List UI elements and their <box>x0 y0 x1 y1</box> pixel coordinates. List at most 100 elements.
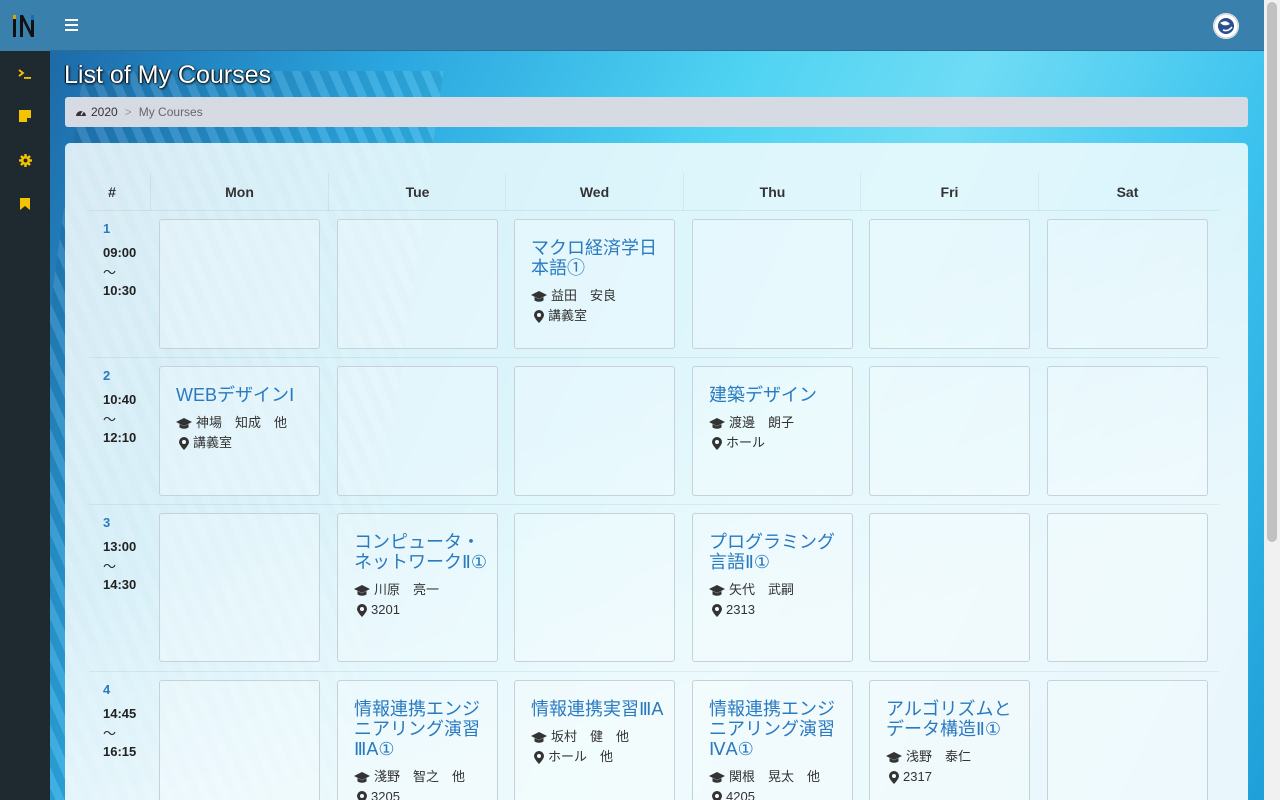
course-teacher: 渡邊 朗子 <box>729 415 795 430</box>
map-marker-icon <box>712 436 722 450</box>
slot-mon-1[interactable] <box>159 219 320 349</box>
slot-thu-1[interactable] <box>692 219 853 349</box>
course-title-link[interactable]: WEBデザインⅠ <box>176 385 309 405</box>
slot-fri-1[interactable] <box>869 219 1030 349</box>
period-3: 3 13:00 ～ 14:30 <box>103 515 137 592</box>
course-card-fri-4: アルゴリズムとデータ構造Ⅱ① 浅野 泰仁 2317 <box>869 680 1030 800</box>
graduation-cap-icon <box>176 417 192 429</box>
course-teacher: 川原 亮一 <box>374 582 440 597</box>
note-icon[interactable] <box>13 104 37 128</box>
map-marker-icon <box>712 790 722 800</box>
graduation-cap-icon <box>709 584 725 596</box>
graduation-cap-icon <box>709 417 725 429</box>
breadcrumb-separator: > <box>124 105 132 119</box>
slot-wed-2[interactable] <box>514 366 675 496</box>
course-teacher: 矢代 武嗣 <box>729 582 795 597</box>
course-card-wed-4: 情報連携実習ⅢA 坂村 健 他 ホール 他 <box>514 680 675 800</box>
top-bar <box>0 0 1280 51</box>
course-title-link[interactable]: マクロ経済学日本語① <box>531 238 664 278</box>
course-teacher: 神場 知成 他 <box>196 415 288 430</box>
graduation-cap-icon <box>531 731 547 743</box>
terminal-icon[interactable] <box>13 62 37 86</box>
course-room: 3201 <box>371 602 400 617</box>
slot-fri-2[interactable] <box>869 366 1030 496</box>
course-room: 2317 <box>903 769 932 784</box>
user-globe-icon[interactable] <box>1213 13 1239 39</box>
course-teacher: 淺野 智之 他 <box>374 769 466 784</box>
course-title-link[interactable]: 情報連携実習ⅢA <box>531 699 664 719</box>
graduation-cap-icon <box>531 290 547 302</box>
breadcrumb-current: My Courses <box>138 105 203 119</box>
header-mon: Mon <box>225 184 254 200</box>
course-card-tue-4: 情報連携エンジニアリング演習ⅢA① 淺野 智之 他 3205 <box>337 680 498 800</box>
slot-sat-1[interactable] <box>1047 219 1208 349</box>
period-1: 1 09:00 ～ 10:30 <box>103 221 137 298</box>
course-room: 4205 <box>726 789 755 800</box>
slot-tue-2[interactable] <box>337 366 498 496</box>
gear-icon[interactable] <box>13 148 37 172</box>
course-card-tue-3: コンピュータ・ネットワークⅡ① 川原 亮一 3201 <box>337 513 498 662</box>
breadcrumb-home[interactable]: 2020 <box>75 105 118 119</box>
course-card-thu-2: 建築デザイン 渡邊 朗子 ホール <box>692 366 853 496</box>
slot-mon-4[interactable] <box>159 680 320 800</box>
timetable: # Mon Tue Wed Thu Fri Sat 1 09:00 ～ 10:3… <box>65 143 1248 800</box>
course-room: 3205 <box>371 789 400 800</box>
course-teacher: 益田 安良 <box>551 288 617 303</box>
graduation-cap-icon <box>886 751 902 763</box>
slot-fri-3[interactable] <box>869 513 1030 662</box>
header-divider <box>89 210 1219 211</box>
map-marker-icon <box>357 790 367 800</box>
bookmark-icon[interactable] <box>13 192 37 216</box>
course-teacher: 坂村 健 他 <box>551 729 630 744</box>
slot-tue-1[interactable] <box>337 219 498 349</box>
course-title-link[interactable]: 建築デザイン <box>709 385 842 405</box>
map-marker-icon <box>357 603 367 617</box>
course-title-link[interactable]: 情報連携エンジニアリング演習ⅣA① <box>709 699 842 759</box>
map-marker-icon <box>534 309 544 323</box>
slot-sat-4[interactable] <box>1047 680 1208 800</box>
dashboard-icon <box>76 110 86 116</box>
course-card-thu-4: 情報連携エンジニアリング演習ⅣA① 関根 晃太 他 4205 <box>692 680 853 800</box>
header-period: # <box>108 184 116 200</box>
course-title-link[interactable]: アルゴリズムとデータ構造Ⅱ① <box>886 699 1019 739</box>
course-card-mon-2: WEBデザインⅠ 神場 知成 他 講義室 <box>159 366 320 496</box>
breadcrumb: 2020 > My Courses <box>65 97 1248 127</box>
slot-sat-2[interactable] <box>1047 366 1208 496</box>
course-teacher: 関根 晃太 他 <box>729 769 821 784</box>
map-marker-icon <box>889 770 899 784</box>
map-marker-icon <box>712 603 722 617</box>
menu-toggle-button[interactable] <box>62 13 82 37</box>
header-wed: Wed <box>579 184 610 200</box>
course-room: ホール 他 <box>548 749 614 764</box>
course-room: ホール <box>726 435 766 450</box>
hamburger-icon <box>65 19 78 21</box>
header-sat: Sat <box>1116 184 1139 200</box>
map-marker-icon <box>179 436 189 450</box>
slot-wed-3[interactable] <box>514 513 675 662</box>
app-logo[interactable] <box>0 0 50 51</box>
course-title-link[interactable]: 情報連携エンジニアリング演習ⅢA① <box>354 699 487 759</box>
page-scrollbar[interactable] <box>1264 0 1280 800</box>
course-room: 講義室 <box>548 308 588 323</box>
header-thu: Thu <box>759 184 786 200</box>
page-title: List of My Courses <box>64 61 272 89</box>
slot-mon-3[interactable] <box>159 513 320 662</box>
graduation-cap-icon <box>354 771 370 783</box>
sidebar <box>0 51 50 800</box>
course-title-link[interactable]: コンピュータ・ネットワークⅡ① <box>354 532 487 572</box>
main-content: List of My Courses 2020 > My Courses # M… <box>50 51 1264 800</box>
period-4: 4 14:45 ～ 16:15 <box>103 682 137 759</box>
map-marker-icon <box>534 750 544 764</box>
header-fri: Fri <box>940 184 959 200</box>
course-title-link[interactable]: プログラミング言語Ⅱ① <box>709 532 842 572</box>
logo-mark <box>13 14 34 37</box>
period-2: 2 10:40 ～ 12:10 <box>103 368 137 445</box>
graduation-cap-icon <box>354 584 370 596</box>
course-teacher: 浅野 泰仁 <box>906 749 972 764</box>
slot-sat-3[interactable] <box>1047 513 1208 662</box>
scrollbar-thumb[interactable] <box>1267 2 1277 542</box>
course-room: 2313 <box>726 602 755 617</box>
timetable-panel: # Mon Tue Wed Thu Fri Sat 1 09:00 ～ 10:3… <box>65 143 1248 800</box>
course-card-wed-1: マクロ経済学日本語① 益田 安良 講義室 <box>514 219 675 349</box>
course-room: 講義室 <box>193 435 233 450</box>
